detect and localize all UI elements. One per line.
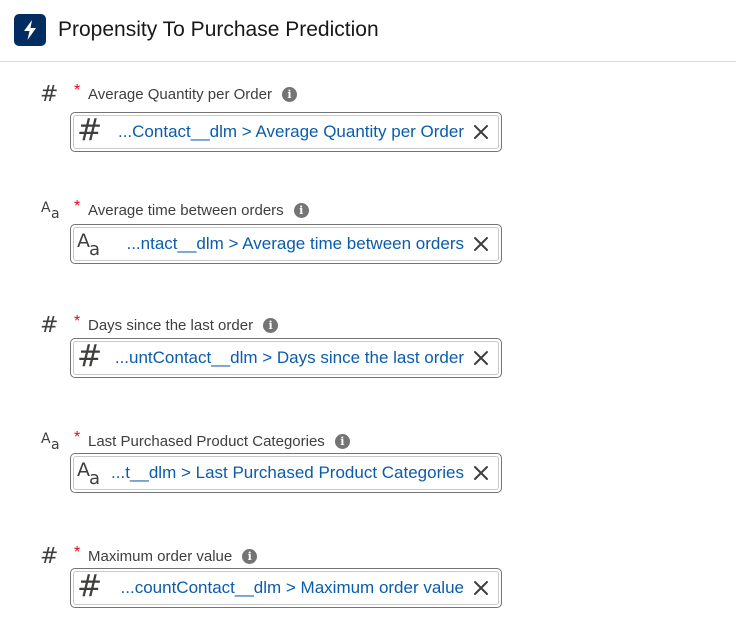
number-type-icon: # — [77, 569, 103, 604]
svg-text:a: a — [89, 468, 100, 487]
field-days-since-the-last-order: # * Days since the last order i # ...untC… — [0, 313, 736, 413]
close-icon[interactable] — [472, 464, 490, 482]
text-type-icon: A a — [41, 431, 60, 453]
selected-field-pill[interactable]: # ...countContact__dlm > Maximum order v… — [73, 571, 499, 605]
text-type-icon: A a — [41, 200, 60, 222]
field-last-purchased-product-categories: A a * Last Purchased Product Categories i… — [0, 429, 736, 529]
required-marker: * — [74, 429, 81, 446]
field-average-quantity-per-order: # * Average Quantity per Order i # ...Con… — [0, 82, 736, 182]
info-icon[interactable]: i — [242, 548, 258, 564]
info-icon[interactable]: i — [293, 202, 309, 218]
svg-text:a: a — [51, 437, 60, 453]
field-label-text: Last Purchased Product Categories — [88, 433, 325, 450]
selected-field-pill[interactable]: A a ...ntact__dlm > Average time between… — [73, 227, 499, 261]
page: Propensity To Purchase Prediction # * Av… — [0, 0, 736, 640]
info-icon[interactable]: i — [281, 86, 297, 102]
field-label: Average time between orders i — [88, 202, 309, 219]
info-icon[interactable]: i — [263, 317, 279, 333]
number-type-icon: # — [40, 82, 59, 107]
header: Propensity To Purchase Prediction — [0, 0, 736, 62]
field-selector[interactable]: A a ...t__dlm > Last Purchased Product C… — [70, 453, 502, 493]
field-label-text: Average time between orders — [88, 202, 284, 219]
lightning-bolt-icon — [14, 14, 46, 46]
field-average-time-between-orders: A a * Average time between orders i A a .… — [0, 198, 736, 298]
required-marker: * — [74, 198, 81, 215]
svg-text:A: A — [41, 431, 51, 447]
close-icon[interactable] — [472, 579, 490, 597]
selected-field-pill[interactable]: # ...Contact__dlm > Average Quantity per… — [73, 115, 499, 149]
field-label: Maximum order value i — [88, 548, 258, 565]
field-maximum-order-value: # * Maximum order value i # ...countConta… — [0, 544, 736, 640]
selected-field-pill[interactable]: # ...untContact__dlm > Days since the la… — [73, 341, 499, 375]
field-label: Average Quantity per Order i — [88, 86, 297, 103]
required-marker: * — [74, 82, 81, 99]
number-type-icon: # — [77, 113, 103, 148]
selected-field-path[interactable]: ...ntact__dlm > Average time between ord… — [126, 235, 464, 253]
selected-field-path[interactable]: ...countContact__dlm > Maximum order val… — [121, 579, 464, 597]
field-label-text: Average Quantity per Order — [88, 86, 272, 103]
selected-field-pill[interactable]: A a ...t__dlm > Last Purchased Product C… — [73, 456, 499, 490]
field-label: Days since the last order i — [88, 317, 279, 334]
selected-field-path[interactable]: ...untContact__dlm > Days since the last… — [115, 349, 464, 367]
close-icon[interactable] — [472, 349, 490, 367]
field-selector[interactable]: A a ...ntact__dlm > Average time between… — [70, 224, 502, 264]
number-type-icon: # — [77, 339, 103, 374]
info-icon[interactable]: i — [334, 433, 350, 449]
svg-text:A: A — [41, 200, 51, 216]
selected-field-path[interactable]: ...Contact__dlm > Average Quantity per O… — [118, 123, 464, 141]
svg-text:a: a — [51, 206, 60, 222]
close-icon[interactable] — [472, 235, 490, 253]
field-label-text: Maximum order value — [88, 548, 233, 565]
page-title: Propensity To Purchase Prediction — [58, 18, 379, 41]
field-label: Last Purchased Product Categories i — [88, 433, 350, 450]
required-marker: * — [74, 313, 81, 330]
svg-text:a: a — [89, 239, 100, 258]
field-label-text: Days since the last order — [88, 317, 254, 334]
text-type-icon: A a — [77, 459, 100, 487]
text-type-icon: A a — [77, 230, 100, 258]
required-marker: * — [74, 544, 81, 561]
selected-field-path[interactable]: ...t__dlm > Last Purchased Product Categ… — [111, 464, 464, 482]
number-type-icon: # — [40, 544, 59, 569]
number-type-icon: # — [40, 313, 59, 338]
field-selector[interactable]: # ...Contact__dlm > Average Quantity per… — [70, 112, 502, 152]
close-icon[interactable] — [472, 123, 490, 141]
field-selector[interactable]: # ...countContact__dlm > Maximum order v… — [70, 568, 502, 608]
field-selector[interactable]: # ...untContact__dlm > Days since the la… — [70, 338, 502, 378]
